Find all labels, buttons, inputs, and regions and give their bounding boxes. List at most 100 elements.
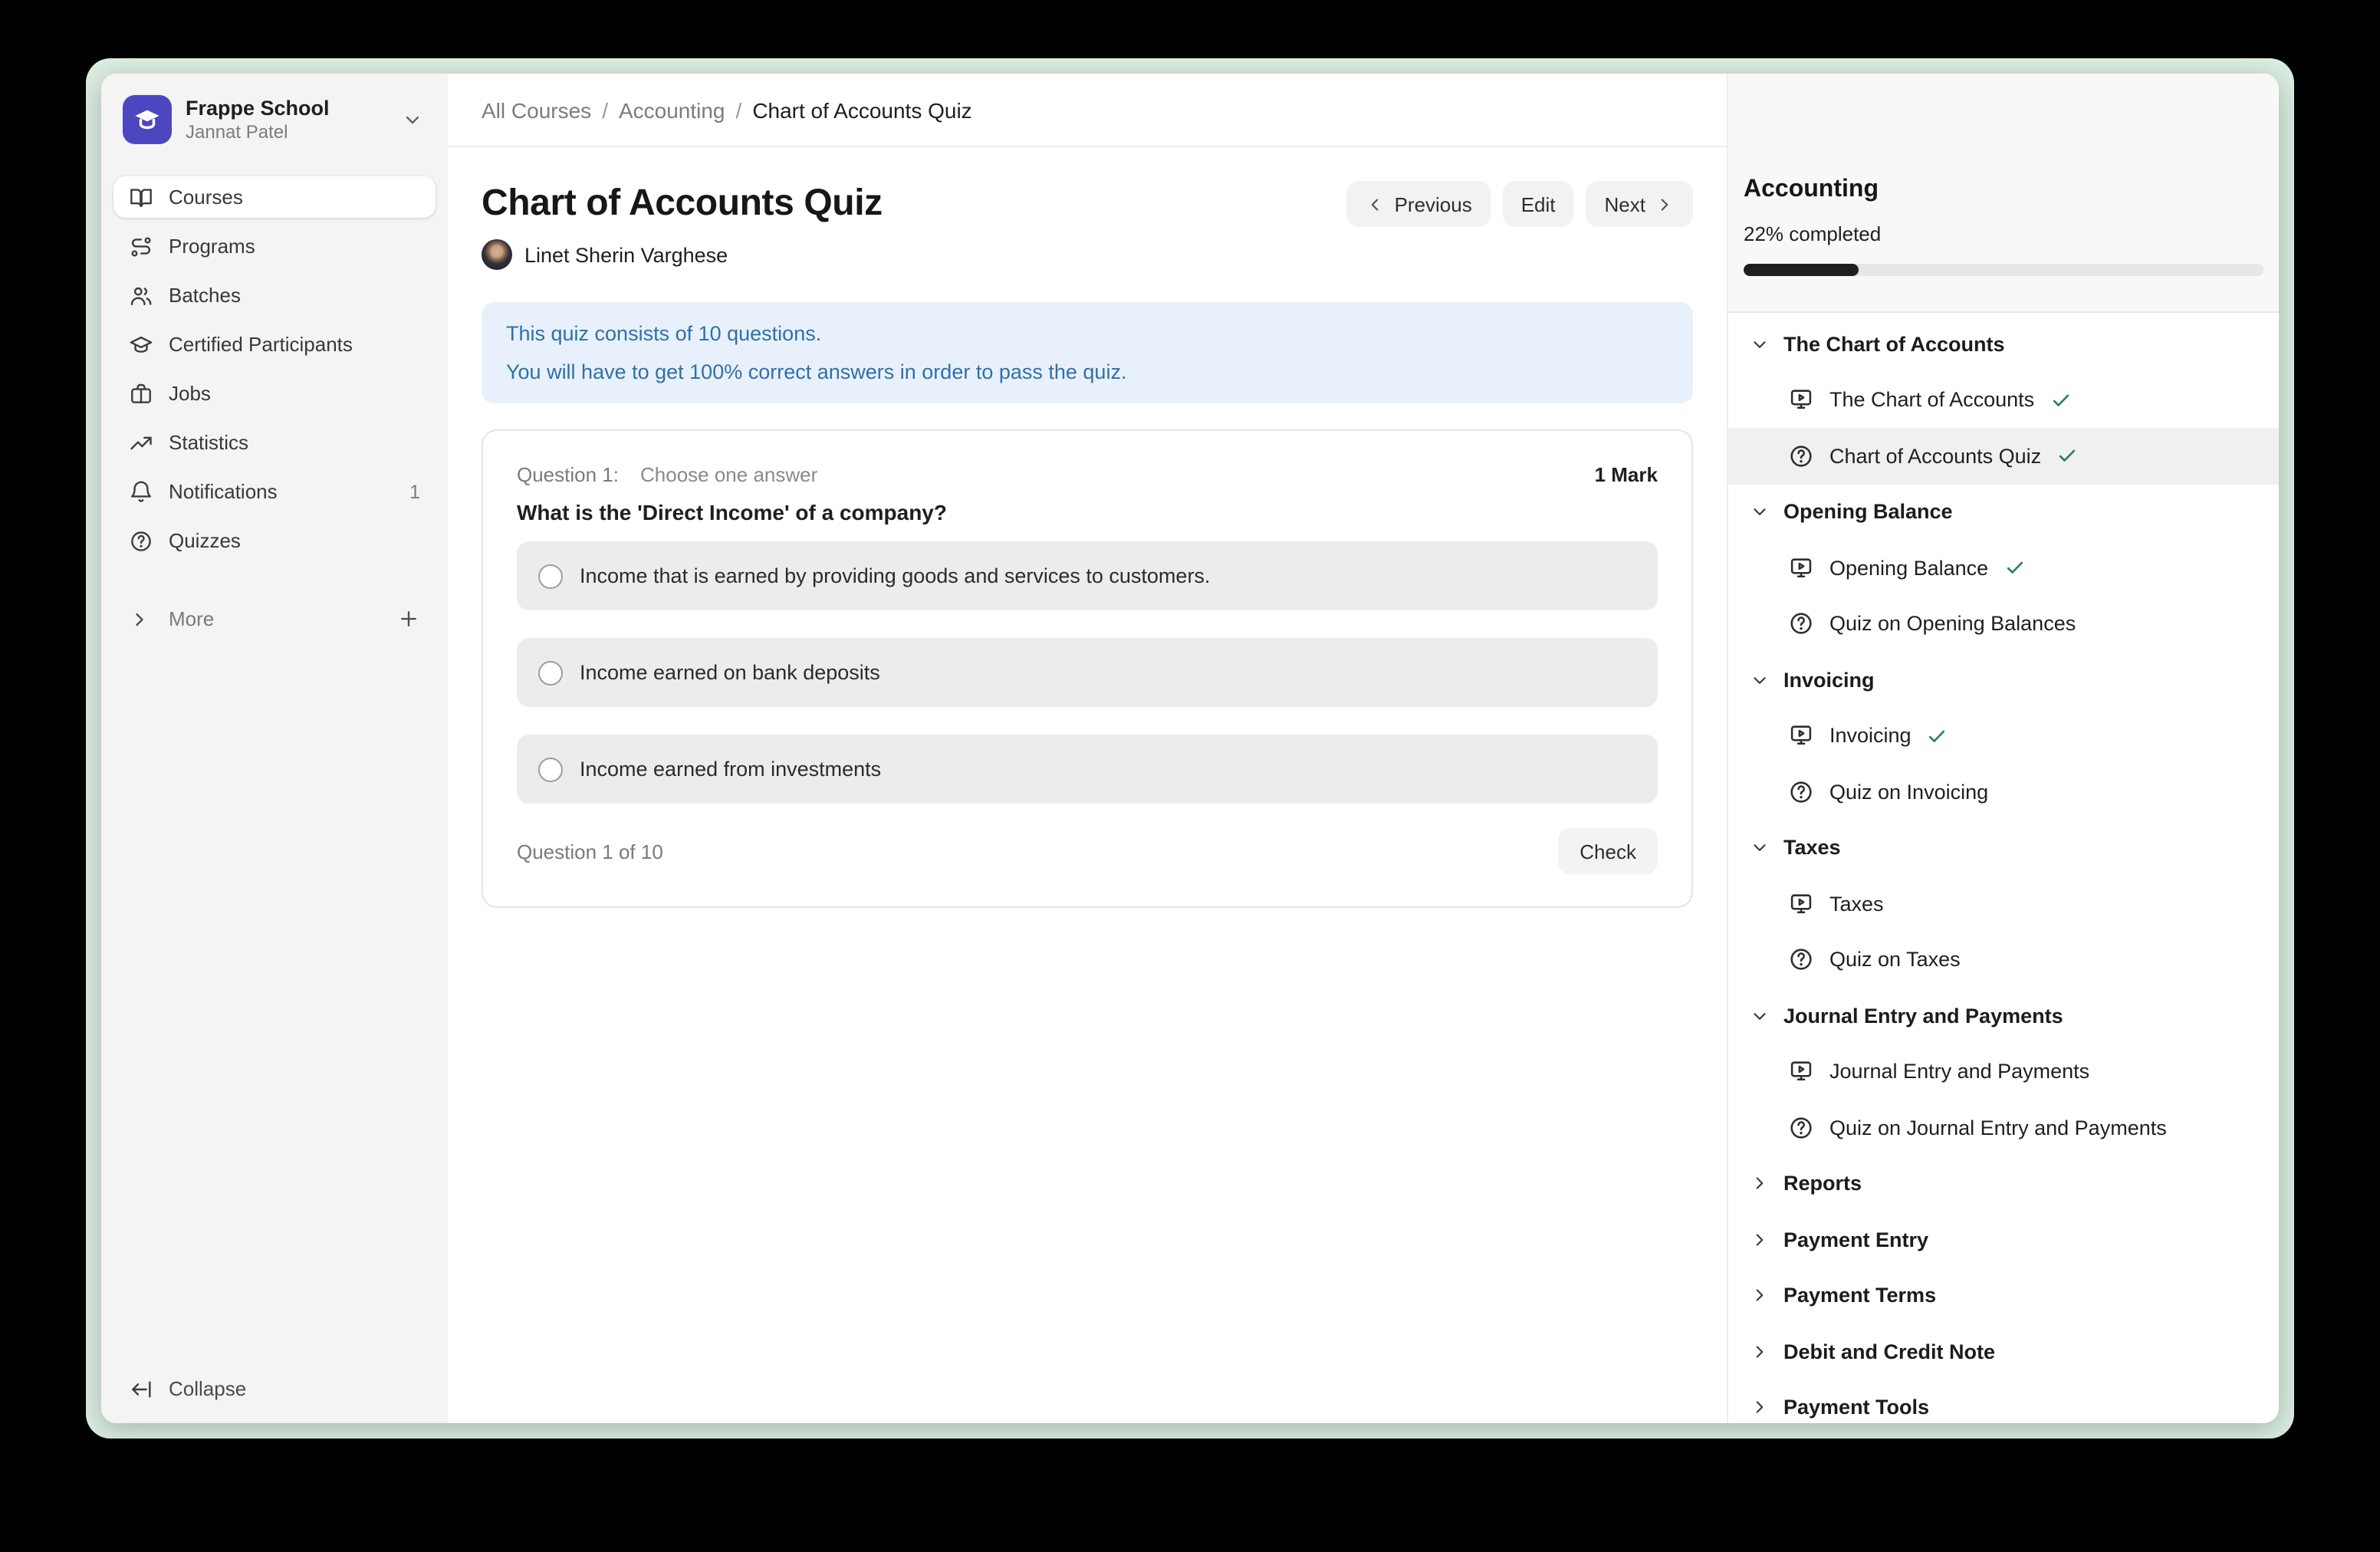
quiz-icon (1788, 611, 1814, 637)
chevron-right-icon (1655, 194, 1675, 214)
course-progress-text: 22% completed (1744, 221, 2263, 248)
outline-item-label: Quiz on Taxes (1829, 949, 1961, 972)
chapter-payment-terms[interactable]: Payment Terms (1728, 1268, 2279, 1323)
author-avatar (482, 239, 512, 270)
radio-button[interactable] (538, 564, 563, 588)
sidebar-item-notifications[interactable]: Notifications1 (113, 471, 436, 512)
question-instruction: Choose one answer (640, 463, 817, 486)
outline-quiz-chart-of-accounts-quiz[interactable]: Chart of Accounts Quiz (1728, 428, 2279, 484)
chevron-down-icon (1750, 670, 1770, 690)
option-label: Income earned from investments (580, 758, 881, 781)
quiz-option-1[interactable]: Income that is earned by providing goods… (517, 541, 1658, 610)
chapter-debit-and-credit-note[interactable]: Debit and Credit Note (1728, 1323, 2279, 1379)
quiz-option-2[interactable]: Income earned on bank deposits (517, 638, 1658, 707)
progress-bar (1744, 264, 2263, 276)
outline-quiz-quiz-on-invoicing[interactable]: Quiz on Invoicing (1728, 764, 2279, 820)
option-label: Income that is earned by providing goods… (580, 564, 1210, 587)
sidebar-item-quizzes[interactable]: Quizzes (113, 520, 436, 561)
lesson-video-icon (1788, 891, 1814, 917)
chevron-right-icon (1750, 1398, 1770, 1418)
radio-button[interactable] (538, 757, 563, 781)
collapse-sidebar-button[interactable]: Collapse (113, 1368, 436, 1409)
sidebar-item-statistics[interactable]: Statistics (113, 422, 436, 463)
lesson-video-icon (1788, 555, 1814, 581)
chevron-right-icon (1750, 1286, 1770, 1306)
course-title: Accounting (1744, 172, 2263, 209)
chapter-opening-balance[interactable]: Opening Balance (1728, 484, 2279, 540)
chapter-the-chart-of-accounts[interactable]: The Chart of Accounts (1728, 316, 2279, 372)
quiz-icon (1788, 779, 1814, 805)
edit-button[interactable]: Edit (1503, 181, 1574, 227)
breadcrumb-all-courses[interactable]: All Courses (482, 97, 591, 122)
collapse-icon (129, 1376, 153, 1401)
check-button[interactable]: Check (1558, 828, 1658, 874)
radio-button[interactable] (538, 660, 563, 685)
sidebar-item-certified-participants[interactable]: Certified Participants (113, 324, 436, 365)
graduation-cap-icon (129, 332, 153, 357)
frappe-school-logo (123, 95, 172, 144)
app-window: Frappe School Jannat Patel Courses Progra… (86, 58, 2294, 1439)
quiz-icon (1788, 1115, 1814, 1141)
chevron-down-icon (1750, 502, 1770, 522)
notice-line-1: This quiz consists of 10 questions. (506, 319, 1668, 348)
outline-item-label: The Chart of Accounts (1829, 389, 2034, 412)
outline-item-label: Journal Entry and Payments (1829, 1060, 2089, 1083)
outline-item-label: Invoicing (1829, 725, 1912, 748)
option-label: Income earned on bank deposits (580, 661, 880, 684)
outline-lesson-journal-entry-and-payments[interactable]: Journal Entry and Payments (1728, 1044, 2279, 1100)
check-icon (1927, 725, 1948, 747)
breadcrumb-accounting[interactable]: Accounting (619, 97, 725, 122)
users-icon (129, 283, 153, 307)
chapter-taxes[interactable]: Taxes (1728, 820, 2279, 876)
chapter-payment-entry[interactable]: Payment Entry (1728, 1212, 2279, 1268)
bell-icon (129, 479, 153, 504)
lesson-video-icon (1788, 1059, 1814, 1085)
previous-button[interactable]: Previous (1347, 181, 1491, 227)
outline-lesson-the-chart-of-accounts[interactable]: The Chart of Accounts (1728, 372, 2279, 428)
quiz-page: Chart of Accounts Quiz Previous Edit Nex… (448, 147, 1727, 908)
sidebar-item-label: Programs (169, 235, 420, 258)
chapter-label: Reports (1783, 1172, 1862, 1195)
chapter-reports[interactable]: Reports (1728, 1156, 2279, 1212)
chapter-label: Invoicing (1783, 669, 1875, 692)
chevron-right-icon (129, 608, 150, 630)
outline-item-label: Quiz on Opening Balances (1829, 613, 2076, 636)
chapter-journal-entry-and-payments[interactable]: Journal Entry and Payments (1728, 988, 2279, 1044)
chapter-label: The Chart of Accounts (1783, 333, 2005, 356)
chapter-invoicing[interactable]: Invoicing (1728, 652, 2279, 708)
quiz-option-3[interactable]: Income earned from investments (517, 735, 1658, 804)
notice-line-2: You will have to get 100% correct answer… (506, 357, 1668, 386)
chevron-down-icon (1750, 838, 1770, 858)
check-icon (2050, 390, 2071, 411)
sidebar-item-label: Notifications (169, 480, 409, 503)
book-open-icon (129, 185, 153, 209)
sidebar-item-jobs[interactable]: Jobs (113, 373, 436, 414)
outline-quiz-quiz-on-journal-entry-and-payments[interactable]: Quiz on Journal Entry and Payments (1728, 1100, 2279, 1156)
course-outline: The Chart of Accounts The Chart of Accoun… (1728, 313, 2279, 1423)
sidebar-item-courses[interactable]: Courses (113, 176, 436, 218)
outline-quiz-quiz-on-opening-balances[interactable]: Quiz on Opening Balances (1728, 596, 2279, 652)
question-text: What is the 'Direct Income' of a company… (517, 500, 1658, 524)
outline-lesson-opening-balance[interactable]: Opening Balance (1728, 540, 2279, 596)
sidebar-item-label: Batches (169, 284, 420, 307)
outline-lesson-taxes[interactable]: Taxes (1728, 876, 2279, 932)
sidebar-item-more[interactable]: More (113, 598, 436, 640)
outline-item-label: Taxes (1829, 893, 1884, 916)
workspace-title: Frappe School (186, 96, 388, 120)
sidebar-item-label: Courses (169, 186, 420, 209)
outline-quiz-quiz-on-taxes[interactable]: Quiz on Taxes (1728, 932, 2279, 988)
next-button[interactable]: Next (1586, 181, 1693, 227)
chapter-label: Opening Balance (1783, 501, 1953, 524)
sidebar-item-programs[interactable]: Programs (113, 225, 436, 267)
outline-item-label: Chart of Accounts Quiz (1829, 445, 2041, 468)
chapter-payment-tools[interactable]: Payment Tools (1728, 1379, 2279, 1423)
left-sidebar: Frappe School Jannat Patel Courses Progra… (101, 74, 448, 1423)
outline-lesson-invoicing[interactable]: Invoicing (1728, 708, 2279, 764)
workspace-user: Jannat Patel (186, 120, 388, 143)
sidebar-item-batches[interactable]: Batches (113, 275, 436, 316)
sidebar-item-label: Statistics (169, 431, 420, 454)
workspace-switcher[interactable]: Frappe School Jannat Patel (113, 74, 436, 144)
more-label: More (169, 607, 397, 630)
plus-icon[interactable] (397, 607, 420, 630)
lesson-video-icon (1788, 387, 1814, 413)
